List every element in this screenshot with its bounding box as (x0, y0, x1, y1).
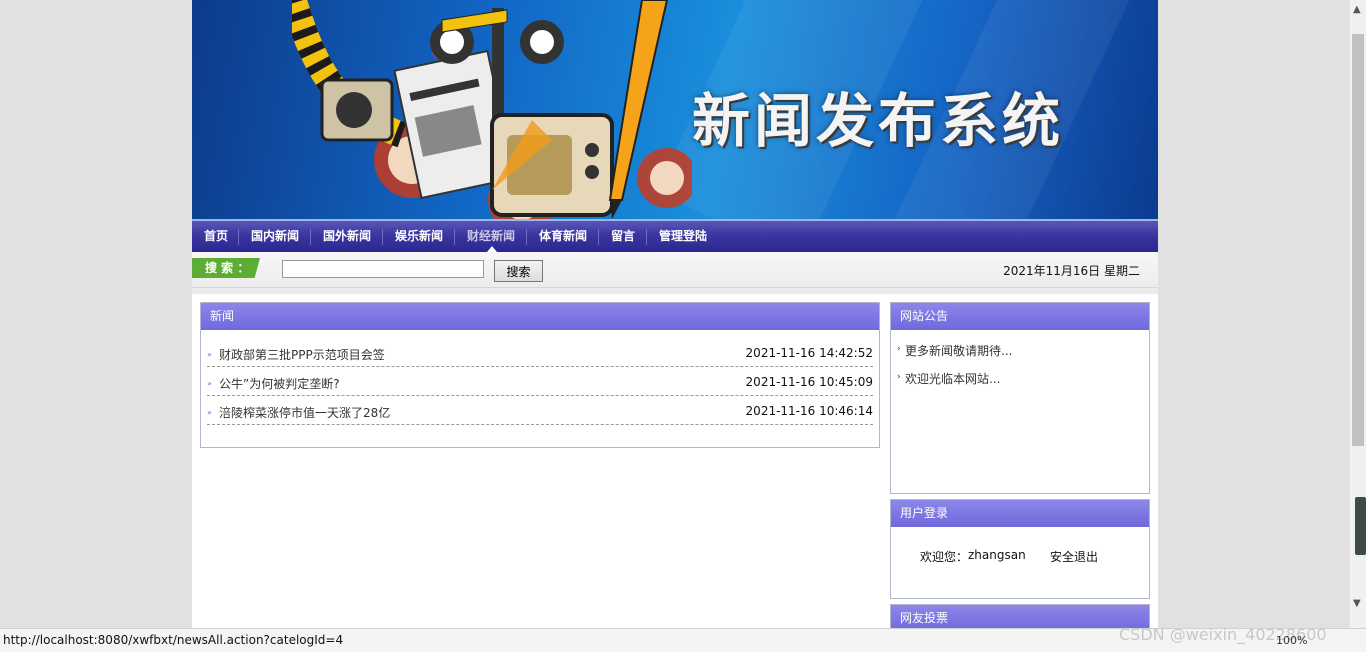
notice-list: › 更多新闻敬请期待... › 欢迎光临本网站... (891, 330, 1149, 398)
search-label: 搜 索 ： (192, 258, 260, 278)
zoom-level[interactable]: 100% (1276, 634, 1307, 647)
page: 新闻发布系统 首页 国内新闻 国外新闻 娱乐新闻 财经新闻 体育新闻 留言 管理… (192, 0, 1158, 628)
scroll-up-icon[interactable]: ▲ (1353, 4, 1361, 15)
scrollbar-thumb[interactable] (1352, 34, 1364, 446)
vote-panel-title: 网友投票 (891, 605, 1149, 628)
news-row: » 财政部第三批PPP示范项目会签 2021-11-16 14:42:52 (207, 338, 873, 367)
news-list: » 财政部第三批PPP示范项目会签 2021-11-16 14:42:52 » … (201, 330, 879, 425)
current-date: 2021年11月16日 星期二 (1003, 264, 1140, 278)
login-panel-title: 用户登录 (891, 500, 1149, 527)
nav-sports-news[interactable]: 体育新闻 (539, 221, 587, 252)
news-title-link[interactable]: 财政部第三批PPP示范项目会签 (219, 346, 385, 363)
news-time: 2021-11-16 10:46:14 (745, 404, 873, 418)
status-url: http://localhost:8080/xwfbxt/newsAll.act… (3, 633, 344, 647)
news-row: » 涪陵榨菜涨停市值一天涨了28亿 2021-11-16 10:46:14 (207, 396, 873, 425)
side-widget[interactable] (1355, 497, 1366, 555)
search-bar: 搜 索 ： 搜索 2021年11月16日 星期二 (192, 252, 1158, 288)
news-panel: 新闻 » 财政部第三批PPP示范项目会签 2021-11-16 14:42:52… (200, 302, 880, 448)
nav-separator (646, 229, 647, 245)
scroll-down-icon[interactable]: ▼ (1353, 598, 1361, 609)
nav-separator (310, 229, 311, 245)
news-time: 2021-11-16 14:42:52 (745, 346, 873, 360)
logout-link[interactable]: 安全退出 (1050, 548, 1098, 565)
news-title-link[interactable]: 公牛”为何被判定垄断? (219, 375, 340, 392)
username: zhangsan (968, 548, 1026, 562)
nav-message[interactable]: 留言 (611, 221, 635, 252)
main-nav: 首页 国内新闻 国外新闻 娱乐新闻 财经新闻 体育新闻 留言 管理登陆 (192, 219, 1158, 252)
vote-panel: 网友投票 (890, 604, 1150, 628)
nav-entertainment-news[interactable]: 娱乐新闻 (395, 221, 443, 252)
nav-separator (382, 229, 383, 245)
welcome-label: 欢迎您： (920, 550, 969, 564)
notice-panel: 网站公告 › 更多新闻敬请期待... › 欢迎光临本网站... (890, 302, 1150, 494)
divider (192, 288, 1158, 294)
login-panel: 用户登录 欢迎您： zhangsan 安全退出 (890, 499, 1150, 599)
nav-home[interactable]: 首页 (204, 221, 228, 252)
notice-item: › 更多新闻敬请期待... (897, 342, 1149, 370)
notice-link[interactable]: 欢迎光临本网站... (905, 370, 1000, 387)
bullet-icon: » (207, 379, 212, 388)
search-input[interactable] (282, 260, 484, 278)
nav-separator (598, 229, 599, 245)
nav-admin-login[interactable]: 管理登陆 (659, 221, 707, 252)
bullet-icon: » (207, 350, 212, 359)
banner: 新闻发布系统 (192, 0, 1158, 219)
nav-separator (238, 229, 239, 245)
news-title-link[interactable]: 涪陵榨菜涨停市值一天涨了28亿 (219, 404, 390, 421)
notice-item: › 欢迎光临本网站... (897, 370, 1149, 398)
notice-link[interactable]: 更多新闻敬请期待... (905, 342, 1012, 359)
site-title: 新闻发布系统 (692, 87, 1065, 155)
bullet-icon: » (207, 408, 212, 417)
news-row: » 公牛”为何被判定垄断? 2021-11-16 10:45:09 (207, 367, 873, 396)
news-time: 2021-11-16 10:45:09 (745, 375, 873, 389)
banner-illustration (292, 0, 692, 219)
login-body: 欢迎您： zhangsan 安全退出 (891, 527, 1149, 597)
arrow-right-icon: › (897, 372, 901, 382)
notice-panel-title: 网站公告 (891, 303, 1149, 330)
status-bar: http://localhost:8080/xwfbxt/newsAll.act… (0, 625, 1366, 652)
search-button[interactable]: 搜索 (494, 260, 543, 282)
news-panel-title: 新闻 (201, 303, 879, 330)
nav-foreign-news[interactable]: 国外新闻 (323, 221, 371, 252)
nav-separator (454, 229, 455, 245)
nav-domestic-news[interactable]: 国内新闻 (251, 221, 299, 252)
nav-separator (526, 229, 527, 245)
arrow-right-icon: › (897, 344, 901, 354)
